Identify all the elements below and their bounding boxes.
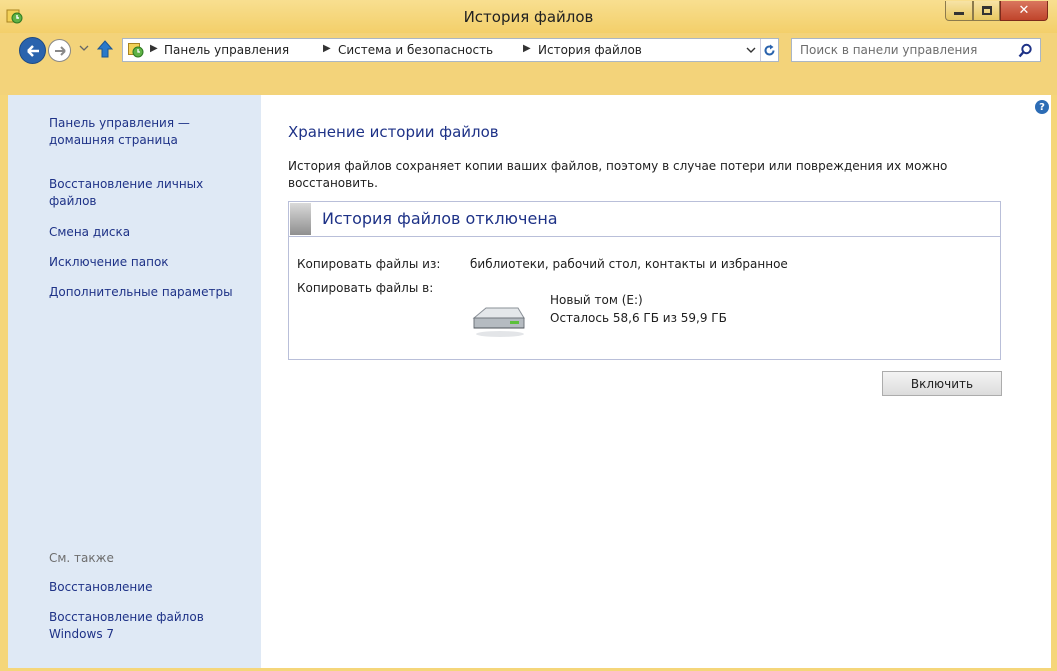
hard-drive-icon [472,307,525,337]
page-title: Хранение истории файлов [288,123,499,141]
forward-arrow-icon [55,46,66,56]
address-bar[interactable]: ▶ Панель управления ▶ Система и безопасн… [122,38,779,62]
breadcrumb-system-security[interactable]: Система и безопасность [338,43,493,57]
drive-free-space: Осталось 58,6 ГБ из 59,9 ГБ [550,311,727,325]
sidebar-link-exclude-folders[interactable]: Исключение папок [49,254,169,271]
control-panel-icon [128,43,144,58]
breadcrumb-arrow-icon[interactable]: ▶ [523,43,531,54]
close-button[interactable]: ✕ [1000,1,1048,21]
address-toolbar: ▶ Панель управления ▶ Система и безопасн… [0,33,1057,95]
minimize-button[interactable] [945,1,973,21]
search-icon[interactable] [1018,43,1033,58]
sidebar: Панель управления — домашняя страница Во… [8,95,261,668]
status-indicator [290,203,311,235]
page-description: История файлов сохраняет копии ваших фай… [288,159,948,190]
back-button[interactable] [19,37,46,64]
copy-from-value: библиотеки, рабочий стол, контакты и изб… [470,257,788,271]
enable-button[interactable]: Включить [882,371,1002,396]
back-arrow-icon [27,45,39,57]
window: История файлов ✕ ▶ Панель управления ▶ С… [0,0,1057,671]
minimize-icon [954,12,964,15]
recent-locations-chevron-icon[interactable] [79,43,89,53]
copy-to-label: Копировать файлы в: [297,281,434,295]
breadcrumb-arrow-icon[interactable]: ▶ [323,43,331,54]
status-header: История файлов отключена [289,202,1000,237]
sidebar-link-advanced-settings[interactable]: Дополнительные параметры [49,284,233,301]
forward-button[interactable] [48,39,71,62]
window-title: История файлов [463,8,594,26]
up-arrow-icon[interactable] [97,40,113,58]
refresh-button[interactable] [760,39,778,61]
copy-from-label: Копировать файлы из: [297,257,441,271]
see-also-label: См. также [49,551,114,565]
help-icon[interactable]: ? [1035,100,1049,114]
drive-name: Новый том (E:) [550,293,643,307]
search-placeholder: Поиск в панели управления [800,43,978,57]
sidebar-link-select-drive[interactable]: Смена диска [49,224,130,241]
sidebar-link-recovery[interactable]: Восстановление [49,579,152,596]
status-panel: История файлов отключена Копировать файл… [288,201,1001,360]
search-input[interactable]: Поиск в панели управления [791,38,1041,62]
main-content: ? Хранение истории файлов История файлов… [261,95,1051,668]
status-title: История файлов отключена [322,209,558,228]
breadcrumb-control-panel[interactable]: Панель управления [164,43,289,57]
breadcrumb-arrow-icon[interactable]: ▶ [150,43,158,54]
sidebar-link-windows7-file-recovery[interactable]: Восстановление файлов Windows 7 [49,609,229,643]
maximize-icon [981,6,992,15]
breadcrumb-file-history[interactable]: История файлов [538,43,642,57]
maximize-button[interactable] [973,1,1000,21]
refresh-icon [764,44,775,55]
address-dropdown-icon[interactable] [746,42,756,58]
sidebar-link-control-panel-home[interactable]: Панель управления — домашняя страница [49,115,224,149]
sidebar-link-restore-personal-files[interactable]: Восстановление личных файлов [49,176,234,210]
close-icon: ✕ [1018,3,1030,18]
title-bar[interactable]: История файлов ✕ [0,0,1057,33]
